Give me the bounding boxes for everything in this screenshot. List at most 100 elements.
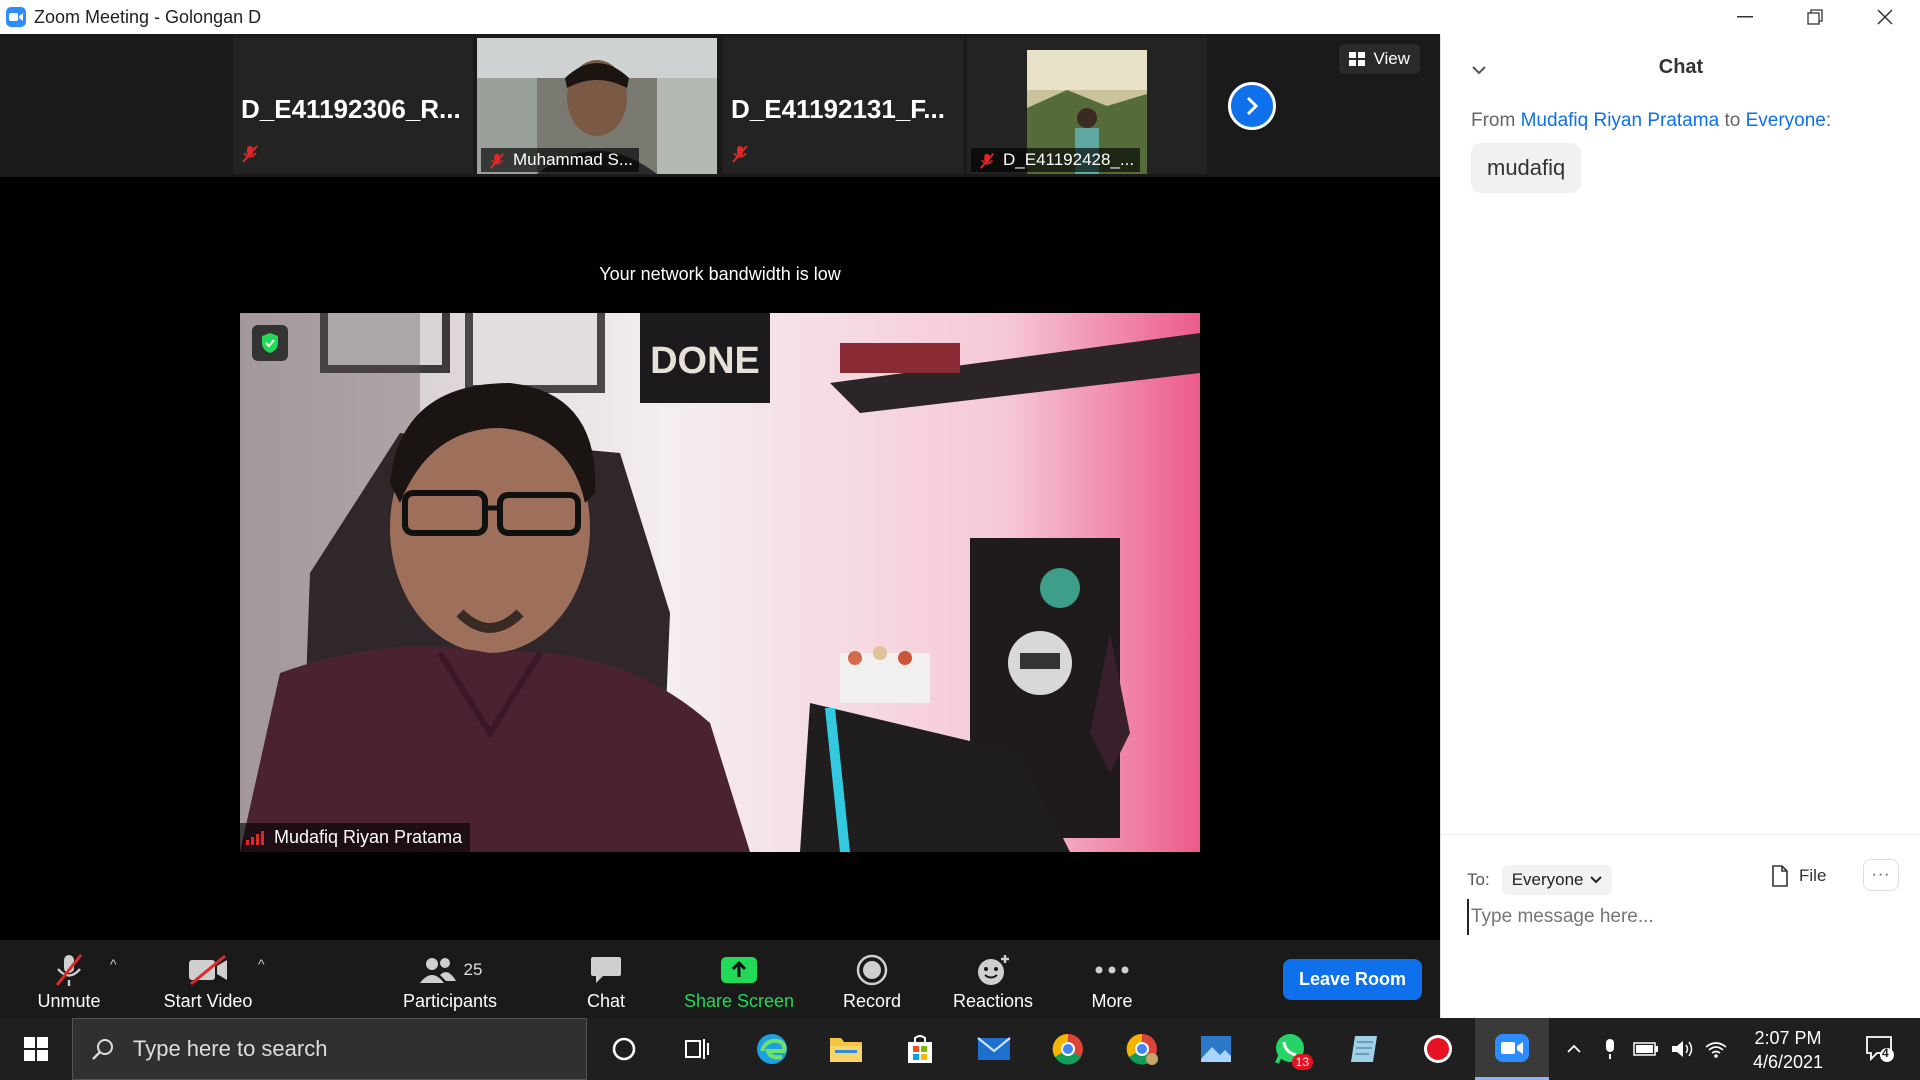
chat-title: Chat	[1658, 55, 1704, 78]
record-label: Record	[842, 991, 902, 1011]
cortana-circle-icon	[612, 1037, 636, 1061]
chat-label: Chat	[586, 991, 626, 1011]
svg-text:DONE: DONE	[650, 340, 760, 382]
action-center-button[interactable]: 4	[1856, 1018, 1904, 1080]
screen-record-icon	[1424, 1035, 1452, 1063]
taskbar-search-box[interactable]: Type here to search	[72, 1018, 587, 1080]
window-title: Zoom Meeting - Golongan D	[34, 6, 262, 27]
sender-name-link[interactable]: Mudafiq Riyan Pratama	[1521, 110, 1720, 131]
to-label: To:	[1467, 870, 1490, 889]
participant-name: D_E41192306_R...	[241, 94, 461, 124]
share-screen-button[interactable]: Share Screen	[682, 940, 796, 1018]
microphone-tray-icon[interactable]	[1594, 1018, 1626, 1080]
task-view-icon	[685, 1039, 709, 1059]
participant-tile[interactable]: D_E41192131_F...	[723, 38, 963, 174]
start-video-button[interactable]: Start Video	[158, 940, 258, 1018]
notes-app-icon	[1351, 1036, 1377, 1062]
more-dots-icon	[1095, 966, 1129, 974]
battery-tray-icon[interactable]	[1630, 1018, 1662, 1080]
taskbar-app-chrome[interactable]	[1031, 1018, 1105, 1080]
reactions-button[interactable]: Reactions	[946, 940, 1040, 1018]
chat-more-button[interactable]: ···	[1863, 859, 1899, 891]
reactions-label: Reactions	[952, 991, 1034, 1011]
cortana-button[interactable]	[587, 1018, 661, 1080]
active-speaker-video[interactable]: DONE Mudafiq Riyan Pratama	[240, 313, 1200, 852]
file-icon	[1772, 865, 1788, 887]
more-button[interactable]: More	[1072, 940, 1152, 1018]
chat-message-input[interactable]	[1467, 899, 1897, 935]
muted-mic-icon	[55, 954, 83, 986]
next-page-button[interactable]	[1228, 82, 1276, 130]
participant-name: D_E41192428_...	[1003, 150, 1135, 169]
meeting-toolbar: Unmute ^ Start Video ^ 25 Participants C…	[0, 940, 1440, 1018]
microsoft-store-icon	[908, 1035, 932, 1063]
video-options-caret-icon[interactable]: ^	[258, 956, 265, 972]
chrome-browser-icon	[1126, 1033, 1158, 1065]
taskbar-app-notes[interactable]	[1327, 1018, 1401, 1080]
taskbar-app-chrome-profile[interactable]	[1105, 1018, 1179, 1080]
notification-count: 4	[1882, 1046, 1889, 1060]
to-suffix: :	[1825, 110, 1832, 131]
from-prefix: From	[1471, 110, 1516, 131]
start-button[interactable]	[0, 1018, 72, 1080]
muted-mic-icon	[979, 153, 995, 169]
windows-logo-icon	[24, 1037, 48, 1061]
participants-button[interactable]: 25 Participants	[395, 940, 505, 1018]
taskbar-app-mail[interactable]	[957, 1018, 1031, 1080]
record-icon	[856, 954, 888, 986]
leave-room-button[interactable]: Leave Room	[1283, 959, 1422, 1000]
task-view-button[interactable]	[661, 1018, 735, 1080]
show-hidden-icons-button[interactable]	[1558, 1018, 1590, 1080]
chat-bubble-icon	[591, 957, 621, 983]
participant-label: Muhammad S...	[481, 148, 639, 172]
taskbar-app-store[interactable]	[883, 1018, 957, 1080]
zoom-app-icon	[6, 7, 26, 27]
search-icon	[92, 1039, 113, 1060]
taskbar-clock[interactable]: 2:07 PM 4/6/2021	[1728, 1026, 1848, 1074]
participants-count: 25	[463, 960, 483, 979]
chevron-down-icon[interactable]	[1471, 58, 1487, 81]
participant-name: D_E41192131_F...	[731, 94, 945, 124]
encryption-shield-icon[interactable]	[252, 325, 288, 361]
speaker-video-frame: DONE	[240, 313, 1200, 852]
taskbar-app-screen-recorder[interactable]	[1401, 1018, 1475, 1080]
speaker-label: Mudafiq Riyan Pratama	[240, 823, 471, 852]
participants-label: Participants	[402, 991, 498, 1011]
record-button[interactable]: Record	[832, 940, 912, 1018]
file-label: File	[1799, 866, 1827, 885]
share-screen-label: Share Screen	[683, 991, 795, 1011]
view-button[interactable]: View	[1339, 44, 1420, 74]
close-button[interactable]	[1850, 0, 1920, 34]
notification-icon	[1866, 1036, 1894, 1062]
taskbar-app-whatsapp[interactable]: 13	[1253, 1018, 1327, 1080]
muted-mic-icon	[729, 143, 751, 170]
taskbar-app-file-explorer[interactable]	[809, 1018, 883, 1080]
chat-message-header: From Mudafiq Riyan Pratama to Everyone:	[1471, 110, 1831, 132]
view-label: View	[1373, 49, 1410, 68]
chat-message-bubble: mudafiq	[1471, 143, 1582, 193]
share-screen-icon	[721, 957, 757, 983]
minimize-button[interactable]	[1710, 0, 1780, 34]
file-button[interactable]: File	[1771, 865, 1826, 887]
taskbar-app-zoom[interactable]	[1475, 1018, 1549, 1080]
unmute-label: Unmute	[37, 991, 101, 1011]
chat-button[interactable]: Chat	[566, 940, 646, 1018]
clock-date: 4/6/2021	[1752, 1052, 1824, 1072]
edge-browser-icon	[757, 1034, 787, 1064]
folder-icon	[830, 1038, 862, 1062]
participant-tile[interactable]: D_E41192428_...	[967, 38, 1207, 174]
to-word: to	[1724, 110, 1741, 131]
volume-tray-icon[interactable]	[1666, 1018, 1698, 1080]
recipient-dropdown[interactable]: Everyone	[1501, 865, 1612, 895]
restore-button[interactable]	[1780, 0, 1850, 34]
search-placeholder: Type here to search	[133, 1036, 328, 1061]
participant-tile[interactable]: Muhammad S...	[477, 38, 717, 174]
taskbar-app-photos[interactable]	[1179, 1018, 1253, 1080]
video-off-icon	[189, 954, 227, 986]
audio-options-caret-icon[interactable]: ^	[110, 956, 117, 972]
taskbar-app-edge[interactable]	[735, 1018, 809, 1080]
photos-icon	[1201, 1036, 1231, 1062]
recipient-name-link[interactable]: Everyone	[1746, 110, 1826, 131]
participant-tile[interactable]: D_E41192306_R...	[233, 38, 473, 174]
unmute-button[interactable]: Unmute	[28, 940, 110, 1018]
